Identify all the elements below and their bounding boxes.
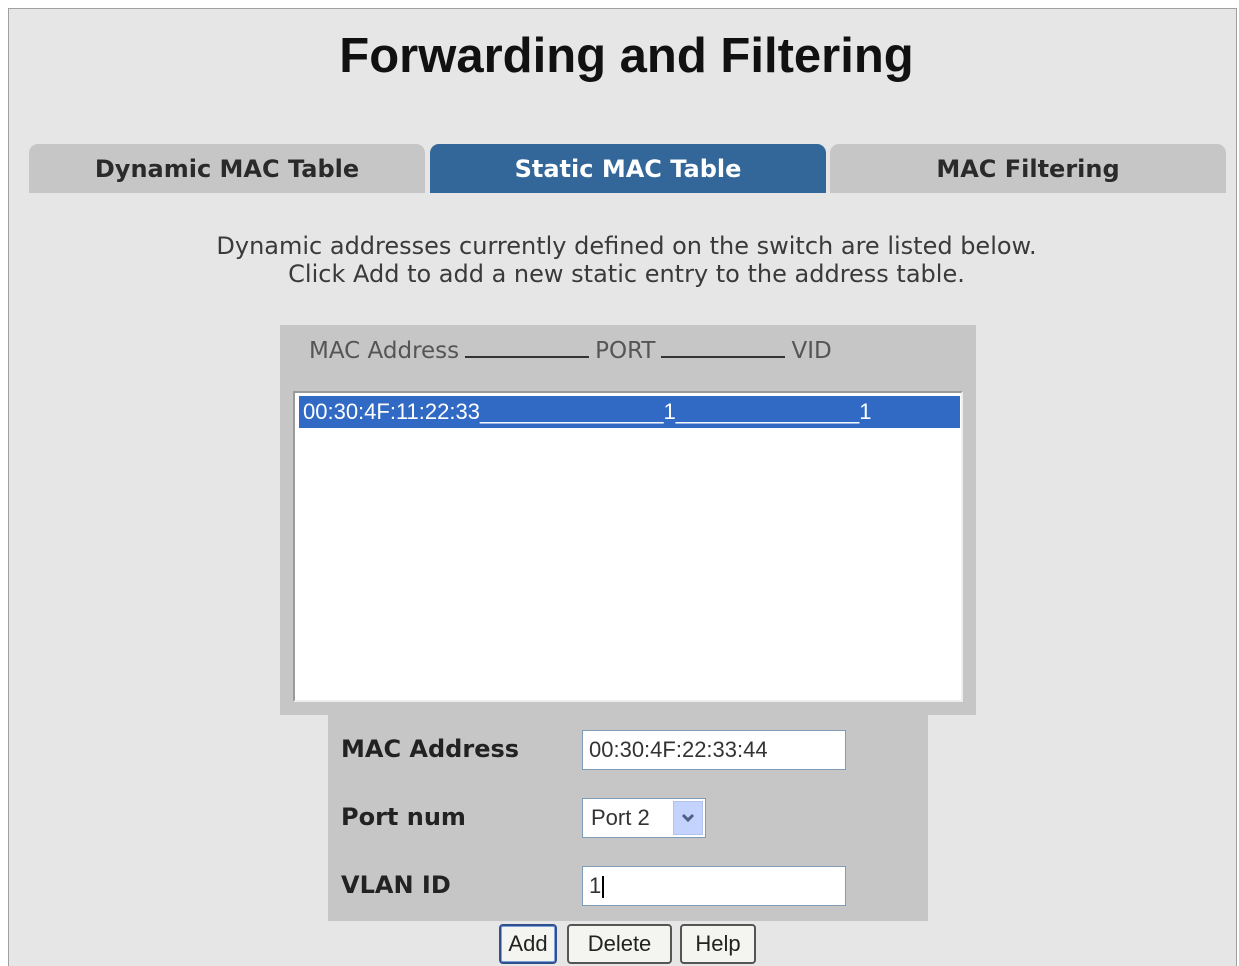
description-line-2: Click Add to add a new static entry to t…	[288, 260, 965, 288]
delete-button[interactable]: Delete	[567, 924, 672, 964]
help-button[interactable]: Help	[680, 924, 756, 964]
header-separator	[661, 344, 786, 358]
header-port: PORT	[595, 338, 656, 364]
vlan-id-value: 1	[589, 873, 602, 898]
port-num-selected-value: Port 2	[591, 805, 650, 830]
tab-static-mac-table[interactable]: Static MAC Table	[430, 144, 826, 193]
header-mac-address: MAC Address	[309, 338, 460, 364]
mac-address-input[interactable]: 00:30:4F:22:33:44	[582, 730, 846, 770]
header-vid: VID	[791, 338, 832, 364]
mac-address-label: MAC Address	[341, 735, 520, 763]
vlan-id-input[interactable]: 1	[582, 866, 846, 906]
tab-label: Static MAC Table	[514, 154, 742, 183]
port-num-select[interactable]: Port 2	[582, 798, 706, 838]
port-num-label: Port num	[341, 803, 466, 831]
list-item[interactable]: 00:30:4F:11:22:33_______________1_______…	[299, 396, 960, 428]
page-title: Forwarding and Filtering	[339, 29, 914, 83]
add-button[interactable]: Add	[499, 924, 557, 964]
tab-label: MAC Filtering	[936, 154, 1120, 183]
description-line-1: Dynamic addresses currently defined on t…	[216, 232, 1037, 260]
tab-label: Dynamic MAC Table	[94, 154, 360, 183]
static-mac-listbox[interactable]: 00:30:4F:11:22:33_______________1_______…	[293, 391, 963, 702]
chevron-down-icon[interactable]	[673, 801, 703, 835]
tab-mac-filtering[interactable]: MAC Filtering	[830, 144, 1226, 193]
header-separator	[465, 344, 590, 358]
tab-dynamic-mac-table[interactable]: Dynamic MAC Table	[29, 144, 425, 193]
mac-address-value: 00:30:4F:22:33:44	[589, 737, 768, 762]
vlan-id-label: VLAN ID	[341, 871, 451, 899]
text-caret	[602, 876, 605, 899]
list-header: MAC Address PORT VID	[309, 338, 832, 364]
